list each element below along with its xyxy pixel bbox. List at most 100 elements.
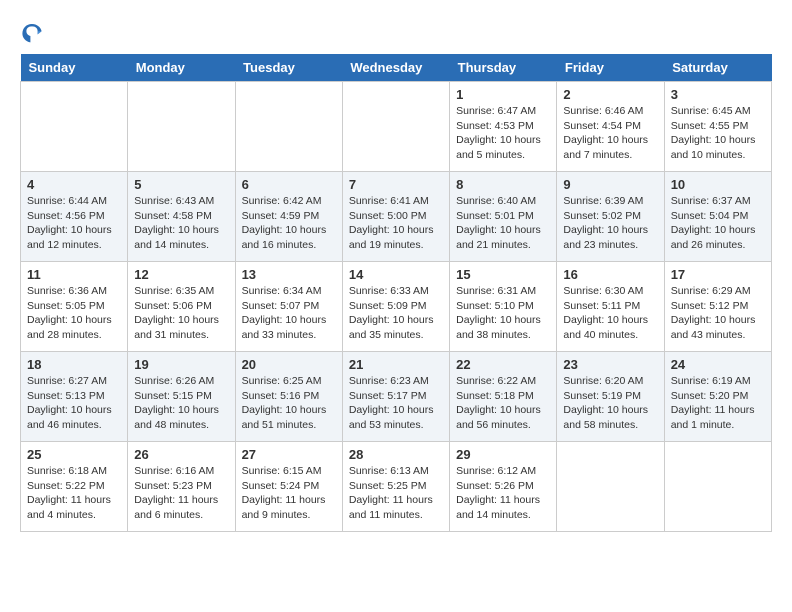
header-tuesday: Tuesday [235,54,342,82]
cell-info: Sunrise: 6:39 AM Sunset: 5:02 PM Dayligh… [563,194,657,253]
calendar-cell: 22 Sunrise: 6:22 AM Sunset: 5:18 PM Dayli… [450,352,557,442]
week-row-4: 18 Sunrise: 6:27 AM Sunset: 5:13 PM Dayli… [21,352,772,442]
day-number: 25 [27,447,121,462]
header-sunday: Sunday [21,54,128,82]
calendar-table: SundayMondayTuesdayWednesdayThursdayFrid… [20,54,772,532]
calendar-cell: 10 Sunrise: 6:37 AM Sunset: 5:04 PM Dayli… [664,172,771,262]
day-number: 17 [671,267,765,282]
calendar-cell [557,442,664,532]
calendar-cell: 5 Sunrise: 6:43 AM Sunset: 4:58 PM Daylig… [128,172,235,262]
day-number: 7 [349,177,443,192]
calendar-cell: 12 Sunrise: 6:35 AM Sunset: 5:06 PM Dayli… [128,262,235,352]
calendar-cell: 18 Sunrise: 6:27 AM Sunset: 5:13 PM Dayli… [21,352,128,442]
day-number: 4 [27,177,121,192]
day-number: 28 [349,447,443,462]
cell-info: Sunrise: 6:23 AM Sunset: 5:17 PM Dayligh… [349,374,443,433]
cell-info: Sunrise: 6:31 AM Sunset: 5:10 PM Dayligh… [456,284,550,343]
calendar-cell: 4 Sunrise: 6:44 AM Sunset: 4:56 PM Daylig… [21,172,128,262]
day-number: 11 [27,267,121,282]
day-number: 12 [134,267,228,282]
day-number: 1 [456,87,550,102]
calendar-cell: 11 Sunrise: 6:36 AM Sunset: 5:05 PM Dayli… [21,262,128,352]
cell-info: Sunrise: 6:35 AM Sunset: 5:06 PM Dayligh… [134,284,228,343]
week-row-2: 4 Sunrise: 6:44 AM Sunset: 4:56 PM Daylig… [21,172,772,262]
calendar-cell: 7 Sunrise: 6:41 AM Sunset: 5:00 PM Daylig… [342,172,449,262]
cell-info: Sunrise: 6:46 AM Sunset: 4:54 PM Dayligh… [563,104,657,163]
header-monday: Monday [128,54,235,82]
day-number: 24 [671,357,765,372]
day-number: 3 [671,87,765,102]
calendar-cell: 29 Sunrise: 6:12 AM Sunset: 5:26 PM Dayli… [450,442,557,532]
day-number: 27 [242,447,336,462]
calendar-cell: 9 Sunrise: 6:39 AM Sunset: 5:02 PM Daylig… [557,172,664,262]
header-friday: Friday [557,54,664,82]
day-number: 16 [563,267,657,282]
calendar-cell: 15 Sunrise: 6:31 AM Sunset: 5:10 PM Dayli… [450,262,557,352]
cell-info: Sunrise: 6:45 AM Sunset: 4:55 PM Dayligh… [671,104,765,163]
calendar-cell: 17 Sunrise: 6:29 AM Sunset: 5:12 PM Dayli… [664,262,771,352]
day-number: 13 [242,267,336,282]
day-number: 22 [456,357,550,372]
header-wednesday: Wednesday [342,54,449,82]
day-number: 23 [563,357,657,372]
calendar-cell: 8 Sunrise: 6:40 AM Sunset: 5:01 PM Daylig… [450,172,557,262]
calendar-cell: 16 Sunrise: 6:30 AM Sunset: 5:11 PM Dayli… [557,262,664,352]
cell-info: Sunrise: 6:40 AM Sunset: 5:01 PM Dayligh… [456,194,550,253]
cell-info: Sunrise: 6:12 AM Sunset: 5:26 PM Dayligh… [456,464,550,523]
day-number: 19 [134,357,228,372]
week-row-3: 11 Sunrise: 6:36 AM Sunset: 5:05 PM Dayli… [21,262,772,352]
day-number: 5 [134,177,228,192]
cell-info: Sunrise: 6:20 AM Sunset: 5:19 PM Dayligh… [563,374,657,433]
cell-info: Sunrise: 6:41 AM Sunset: 5:00 PM Dayligh… [349,194,443,253]
calendar-cell: 14Sunrise: 6:33 AM Sunset: 5:09 PM Dayli… [342,262,449,352]
day-number: 9 [563,177,657,192]
calendar-cell: 3 Sunrise: 6:45 AM Sunset: 4:55 PM Daylig… [664,82,771,172]
cell-info: Sunrise: 6:27 AM Sunset: 5:13 PM Dayligh… [27,374,121,433]
calendar-cell [128,82,235,172]
page-header [20,20,772,44]
day-number: 14 [349,267,443,282]
day-number: 2 [563,87,657,102]
calendar-cell: 6Sunrise: 6:42 AM Sunset: 4:59 PM Daylig… [235,172,342,262]
calendar-cell [21,82,128,172]
calendar-cell: 27 Sunrise: 6:15 AM Sunset: 5:24 PM Dayli… [235,442,342,532]
header-saturday: Saturday [664,54,771,82]
cell-info: Sunrise: 6:34 AM Sunset: 5:07 PM Dayligh… [242,284,336,343]
calendar-cell: 13 Sunrise: 6:34 AM Sunset: 5:07 PM Dayli… [235,262,342,352]
day-number: 20 [242,357,336,372]
header-row: SundayMondayTuesdayWednesdayThursdayFrid… [21,54,772,82]
cell-info: Sunrise: 6:36 AM Sunset: 5:05 PM Dayligh… [27,284,121,343]
cell-info: Sunrise: 6:44 AM Sunset: 4:56 PM Dayligh… [27,194,121,253]
day-number: 10 [671,177,765,192]
cell-info: Sunrise: 6:16 AM Sunset: 5:23 PM Dayligh… [134,464,228,523]
logo [20,20,48,44]
day-number: 18 [27,357,121,372]
calendar-cell: 19 Sunrise: 6:26 AM Sunset: 5:15 PM Dayli… [128,352,235,442]
day-number: 8 [456,177,550,192]
cell-info: Sunrise: 6:30 AM Sunset: 5:11 PM Dayligh… [563,284,657,343]
cell-info: Sunrise: 6:29 AM Sunset: 5:12 PM Dayligh… [671,284,765,343]
calendar-cell: 2 Sunrise: 6:46 AM Sunset: 4:54 PM Daylig… [557,82,664,172]
calendar-cell: 24 Sunrise: 6:19 AM Sunset: 5:20 PM Dayli… [664,352,771,442]
cell-info: Sunrise: 6:18 AM Sunset: 5:22 PM Dayligh… [27,464,121,523]
cell-info: Sunrise: 6:37 AM Sunset: 5:04 PM Dayligh… [671,194,765,253]
calendar-cell: 1Sunrise: 6:47 AM Sunset: 4:53 PM Daylig… [450,82,557,172]
logo-icon [20,20,44,44]
calendar-cell: 20 Sunrise: 6:25 AM Sunset: 5:16 PM Dayli… [235,352,342,442]
calendar-cell [664,442,771,532]
calendar-cell: 28Sunrise: 6:13 AM Sunset: 5:25 PM Dayli… [342,442,449,532]
cell-info: Sunrise: 6:43 AM Sunset: 4:58 PM Dayligh… [134,194,228,253]
cell-info: Sunrise: 6:19 AM Sunset: 5:20 PM Dayligh… [671,374,765,433]
day-number: 6 [242,177,336,192]
week-row-5: 25 Sunrise: 6:18 AM Sunset: 5:22 PM Dayli… [21,442,772,532]
calendar-cell: 26Sunrise: 6:16 AM Sunset: 5:23 PM Dayli… [128,442,235,532]
calendar-cell: 21 Sunrise: 6:23 AM Sunset: 5:17 PM Dayli… [342,352,449,442]
cell-info: Sunrise: 6:22 AM Sunset: 5:18 PM Dayligh… [456,374,550,433]
cell-info: Sunrise: 6:15 AM Sunset: 5:24 PM Dayligh… [242,464,336,523]
calendar-cell [342,82,449,172]
day-number: 29 [456,447,550,462]
day-number: 15 [456,267,550,282]
cell-info: Sunrise: 6:26 AM Sunset: 5:15 PM Dayligh… [134,374,228,433]
day-number: 21 [349,357,443,372]
cell-info: Sunrise: 6:25 AM Sunset: 5:16 PM Dayligh… [242,374,336,433]
